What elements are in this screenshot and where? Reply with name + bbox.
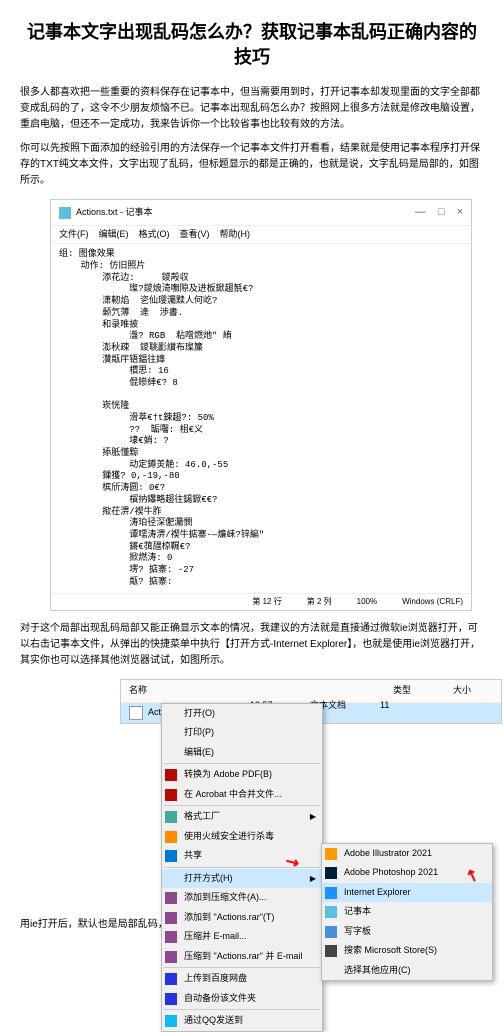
- submenu-item-label: Adobe Photoshop 2021: [344, 866, 438, 880]
- submenu-arrow-icon: ▶: [310, 811, 316, 823]
- notepad-title: Actions.txt - 记事本: [76, 206, 153, 220]
- menu-help[interactable]: 帮助(H): [220, 228, 251, 242]
- col-size[interactable]: 大小: [453, 684, 493, 698]
- context-menu-item[interactable]: 压缩并 E-mail...: [162, 927, 322, 947]
- bd-icon: [165, 993, 177, 1005]
- share-icon: [165, 850, 177, 862]
- context-menu-item[interactable]: 格式工厂 ▶: [162, 807, 322, 827]
- submenu-item-label: 选择其他应用(C): [344, 964, 411, 978]
- rar-icon: [165, 951, 177, 963]
- bd-icon: [165, 973, 177, 985]
- menu-item-label: 共享: [184, 849, 202, 863]
- submenu-item[interactable]: 选择其他应用(C): [322, 961, 492, 981]
- notepad-icon: [59, 207, 71, 219]
- rar-icon: [165, 931, 177, 943]
- pdf-icon: [165, 789, 177, 801]
- menu-view[interactable]: 查看(V): [180, 228, 210, 242]
- context-menu-item[interactable]: 编辑(E): [162, 743, 322, 763]
- hr-icon: [165, 831, 177, 843]
- context-menu-item[interactable]: 转换为 Adobe PDF(B): [162, 765, 322, 785]
- status-line: 第 12 行: [252, 596, 281, 608]
- explorer-window: 名称 类型 大小 Act 打开(O)打印(P)编辑(E)转换为 Adobe PD…: [120, 679, 502, 724]
- menu-item-label: 压缩并 E-mail...: [184, 930, 247, 944]
- menu-item-label: 在 Acrobat 中合并文件...: [184, 788, 282, 802]
- fc-icon: [165, 811, 177, 823]
- notepad-titlebar: Actions.txt - 记事本 — □ ×: [51, 200, 471, 226]
- status-encoding: Windows (CRLF): [402, 596, 463, 608]
- menu-item-label: 打开(O): [184, 707, 215, 721]
- context-menu-item[interactable]: 上传到百度网盘: [162, 969, 322, 989]
- page-title: 记事本文字出现乱码怎么办？获取记事本乱码正确内容的技巧: [20, 20, 484, 70]
- menu-item-label: 上传到百度网盘: [184, 972, 247, 986]
- col-type[interactable]: 类型: [393, 684, 453, 698]
- qq-icon: [165, 1015, 177, 1027]
- menu-file[interactable]: 文件(F): [59, 228, 89, 242]
- maximize-button[interactable]: □: [438, 204, 445, 221]
- context-menu-item[interactable]: 自动备份该文件夹: [162, 989, 322, 1009]
- app-icon: [325, 887, 337, 899]
- menu-item-label: 压缩到 "Actions.rar" 并 E-mail: [184, 950, 302, 964]
- notepad-statusbar: 第 12 行 第 2 列 100% Windows (CRLF): [51, 593, 471, 610]
- submenu-item[interactable]: Adobe Illustrator 2021: [322, 844, 492, 864]
- notepad-window: Actions.txt - 记事本 — □ × 文件(F) 编辑(E) 格式(O…: [50, 199, 472, 611]
- submenu-item-label: 写字板: [344, 925, 371, 939]
- menu-edit[interactable]: 编辑(E): [99, 228, 129, 242]
- app-icon: [325, 906, 337, 918]
- context-menu-item[interactable]: 通过QQ发送到: [162, 1011, 322, 1031]
- app-icon: [325, 945, 337, 957]
- menu-item-label: 打印(P): [184, 726, 214, 740]
- app-icon: [325, 848, 337, 860]
- menu-item-label: 打开方式(H): [184, 872, 233, 886]
- paragraph-2: 你可以先按照下面添加的经验引用的方法保存一个记事本文件打开看看，结果就是使用记事…: [20, 141, 484, 189]
- submenu-item-label: 记事本: [344, 905, 371, 919]
- col-date[interactable]: [313, 684, 393, 698]
- submenu-item[interactable]: 记事本: [322, 902, 492, 922]
- col-name[interactable]: 名称: [129, 684, 313, 698]
- app-icon: [325, 867, 337, 879]
- context-menu-item[interactable]: 添加到压缩文件(A)...: [162, 888, 322, 908]
- menu-item-label: 转换为 Adobe PDF(B): [184, 768, 272, 782]
- rar-icon: [165, 912, 177, 924]
- close-button[interactable]: ×: [457, 204, 463, 221]
- notepad-content[interactable]: 组: 图像效果 动作: 仿旧照片 添花边: 鑁殸収 璨?鑁烺渏嘸隙及进板鍁趨毻€…: [51, 244, 471, 593]
- status-zoom: 100%: [357, 596, 377, 608]
- context-menu-item[interactable]: 打开(O): [162, 704, 322, 724]
- submenu-item[interactable]: 写字板: [322, 922, 492, 942]
- menu-format[interactable]: 格式(O): [139, 228, 170, 242]
- context-menu-item[interactable]: 打印(P): [162, 723, 322, 743]
- submenu-item-label: Adobe Illustrator 2021: [344, 847, 432, 861]
- rar-icon: [165, 892, 177, 904]
- context-menu-item[interactable]: 在 Acrobat 中合并文件...: [162, 785, 322, 805]
- minimize-button[interactable]: —: [415, 204, 426, 221]
- paragraph-3: 对于这个局部出现乱码局部又能正确显示文本的情况，我建议的方法就是直接通过微软ie…: [20, 621, 484, 669]
- open-with-submenu: Adobe Illustrator 2021 Adobe Photoshop 20…: [321, 843, 493, 982]
- app-icon: [325, 926, 337, 938]
- submenu-arrow-icon: ▶: [310, 873, 316, 885]
- menu-item-label: 自动备份该文件夹: [184, 992, 256, 1006]
- context-menu-item[interactable]: 使用火绒安全进行杀毒: [162, 827, 322, 847]
- menu-item-label: 添加到 "Actions.rar"(T): [184, 911, 274, 925]
- pdf-icon: [165, 769, 177, 781]
- paragraph-1: 很多人都喜欢把一些重要的资料保存在记事本中，但当需要用到时，打开记事本却发现里面…: [20, 85, 484, 133]
- context-menu-item[interactable]: 添加到 "Actions.rar"(T): [162, 908, 322, 928]
- menu-item-label: 格式工厂: [184, 810, 220, 824]
- menu-item-label: 添加到压缩文件(A)...: [184, 891, 267, 905]
- submenu-item-label: 搜索 Microsoft Store(S): [344, 944, 437, 958]
- menu-item-label: 编辑(E): [184, 746, 214, 760]
- status-col: 第 2 列: [307, 596, 332, 608]
- file-size: 11: [380, 699, 389, 713]
- submenu-item-label: Internet Explorer: [344, 886, 411, 900]
- menu-item-label: 使用火绒安全进行杀毒: [184, 830, 274, 844]
- submenu-item[interactable]: 搜索 Microsoft Store(S): [322, 941, 492, 961]
- context-menu-item[interactable]: 压缩到 "Actions.rar" 并 E-mail: [162, 947, 322, 967]
- menu-item-label: 通过QQ发送到: [184, 1014, 243, 1028]
- notepad-menu: 文件(F) 编辑(E) 格式(O) 查看(V) 帮助(H): [51, 226, 471, 245]
